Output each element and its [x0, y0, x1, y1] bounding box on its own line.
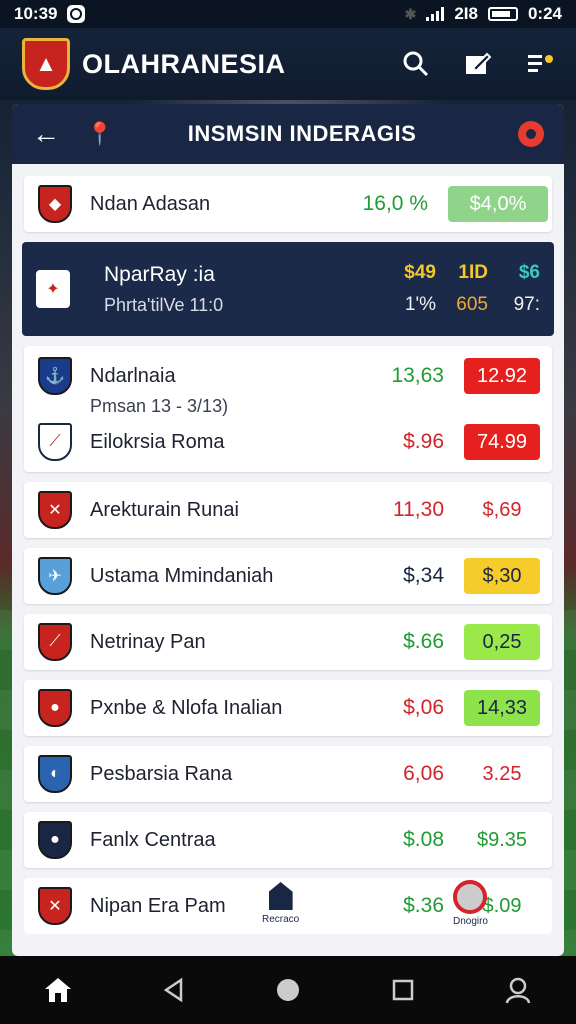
featured-title: NparRay :ia	[104, 262, 215, 286]
app-title: OLAHRANESIA	[82, 48, 286, 79]
team-crest-icon: ⚓	[38, 357, 72, 395]
odds-button[interactable]: $4,0%	[448, 186, 548, 222]
featured-stat: 1'%	[404, 294, 436, 315]
edit-icon[interactable]	[464, 50, 492, 78]
list-item[interactable]: ⚓ Ndarlnaia 13,63 12.92 Pmsan 13 - 3/13)…	[24, 346, 552, 472]
list-item[interactable]: ● Pxnbe & Nlofa Inalian $,06 14,33	[24, 680, 552, 736]
team-name: Pxnbe & Nlofa Inalian	[90, 696, 283, 719]
list-item[interactable]: ✕ Nipan Era Pam Recraco Dnogiro $.36 $.0…	[24, 878, 552, 934]
list-item[interactable]: ● Fanlx Centraa $.08 $9.35	[24, 812, 552, 868]
status-bar: 10:39 ✱ 2I8 0:24	[0, 0, 576, 28]
list-item[interactable]: ◐ Pesbarsia Rana 6,06 3.25	[24, 746, 552, 802]
team-crest-icon: ◐	[38, 755, 72, 793]
team-crest-icon: ✕	[38, 491, 72, 529]
odds-button[interactable]: 14,33	[464, 690, 540, 726]
home-circle-icon[interactable]	[270, 972, 306, 1008]
notification-icon	[67, 5, 86, 23]
team-name: Ndan Adasan	[90, 192, 211, 215]
recents-icon[interactable]	[385, 972, 421, 1008]
list-item[interactable]: ✈ Ustama Mmindaniah $,34 $,30	[24, 548, 552, 604]
team-value: 11,30	[393, 498, 444, 521]
odds-button[interactable]: 74.99	[464, 424, 540, 460]
status-clock: 0:24	[527, 4, 562, 23]
app-logo-icon: ▲	[22, 38, 70, 90]
featured-odds[interactable]: $49	[372, 262, 436, 284]
team-crest-icon: ●	[38, 689, 72, 727]
team-name: Netrinay Pan	[90, 630, 206, 653]
featured-stat: 97:	[513, 294, 540, 315]
team-value: $,34	[403, 564, 444, 587]
team-crest-icon: ✦	[36, 270, 70, 308]
team-crest-icon: ✈	[38, 557, 72, 595]
home-icon	[268, 882, 293, 910]
team-value: $.08	[403, 828, 444, 851]
menu-icon[interactable]	[526, 50, 554, 78]
live-badge-label: Dnogiro	[452, 916, 488, 927]
featured-odds[interactable]: 1ID	[436, 262, 488, 284]
back-icon[interactable]	[155, 972, 191, 1008]
team-value: $.96	[403, 430, 444, 453]
odds-button[interactable]: $,69	[464, 492, 540, 528]
list-item[interactable]: ◆ Ndan Adasan 16,0 % $4,0%	[24, 176, 552, 232]
list-item[interactable]: ✕ Arekturain Runai 11,30 $,69	[24, 482, 552, 538]
panel-header: ← 📍 INSMSIN INDERAGIS	[12, 104, 564, 164]
profile-icon[interactable]	[500, 972, 536, 1008]
list-item[interactable]: ⟋ Netrinay Pan $.66 0,25	[24, 614, 552, 670]
odds-button[interactable]: 3.25	[464, 756, 540, 792]
bluetooth-icon: ✱	[404, 5, 417, 22]
home-badge[interactable]: Recraco	[262, 882, 299, 925]
team-value: $.66	[403, 630, 444, 653]
featured-stat: 605	[456, 294, 488, 315]
live-icon	[453, 880, 488, 914]
team-crest-icon: ⟋	[38, 623, 72, 661]
search-icon[interactable]	[402, 50, 430, 78]
team-value: $,06	[403, 696, 444, 719]
odds-panel: ← 📍 INSMSIN INDERAGIS ◆ Ndan Adasan 16,0…	[12, 104, 564, 956]
featured-odds[interactable]: $6	[488, 262, 540, 284]
pin-icon[interactable]: 📍	[86, 121, 116, 147]
home-icon[interactable]	[40, 972, 76, 1008]
featured-subtitle: Phrta'tilVe 11:0	[104, 294, 224, 315]
team-value: 13,63	[391, 364, 444, 387]
team-name: Pesbarsia Rana	[90, 762, 233, 785]
match-info: Pmsan 13 - 3/13)	[90, 396, 229, 416]
team-crest-icon: ●	[38, 821, 72, 859]
status-network: 2I8	[454, 4, 478, 23]
gear-icon[interactable]	[518, 121, 544, 147]
signal-icon	[426, 7, 445, 21]
odds-button[interactable]: $9.35	[464, 822, 540, 858]
system-nav-bar	[0, 956, 576, 1024]
team-value: 16,0 %	[362, 192, 428, 215]
odds-button[interactable]: $,30	[464, 558, 540, 594]
odds-button[interactable]: 0,25	[464, 624, 540, 660]
odds-button[interactable]: 12.92	[464, 358, 540, 394]
team-name: Eilokrsia Roma	[90, 430, 225, 453]
team-name: Fanlx Centraa	[90, 828, 216, 851]
team-name: Ustama Mmindaniah	[90, 564, 274, 587]
panel-title: INSMSIN INDERAGIS	[187, 121, 417, 146]
team-crest-icon: ⟋	[38, 423, 72, 461]
app-header: ▲ OLAHRANESIA	[0, 28, 576, 100]
featured-match[interactable]: ✦ NparRay :ia Phrta'tilVe 11:0 $49 1ID $…	[22, 242, 554, 336]
team-name: Arekturain Runai	[90, 498, 239, 521]
team-value: 6,06	[403, 762, 444, 785]
team-name: Ndarlnaia	[90, 364, 176, 387]
status-time: 10:39	[14, 4, 58, 23]
home-badge-label: Recraco	[262, 914, 300, 925]
team-name: Nipan Era Pam	[90, 894, 226, 917]
team-crest-icon: ◆	[38, 185, 72, 223]
team-value: $.36	[403, 894, 444, 917]
back-arrow-icon[interactable]: ←	[32, 118, 68, 150]
battery-icon	[487, 7, 518, 21]
live-badge[interactable]: Dnogiro	[453, 880, 488, 927]
team-crest-icon: ✕	[38, 887, 72, 925]
